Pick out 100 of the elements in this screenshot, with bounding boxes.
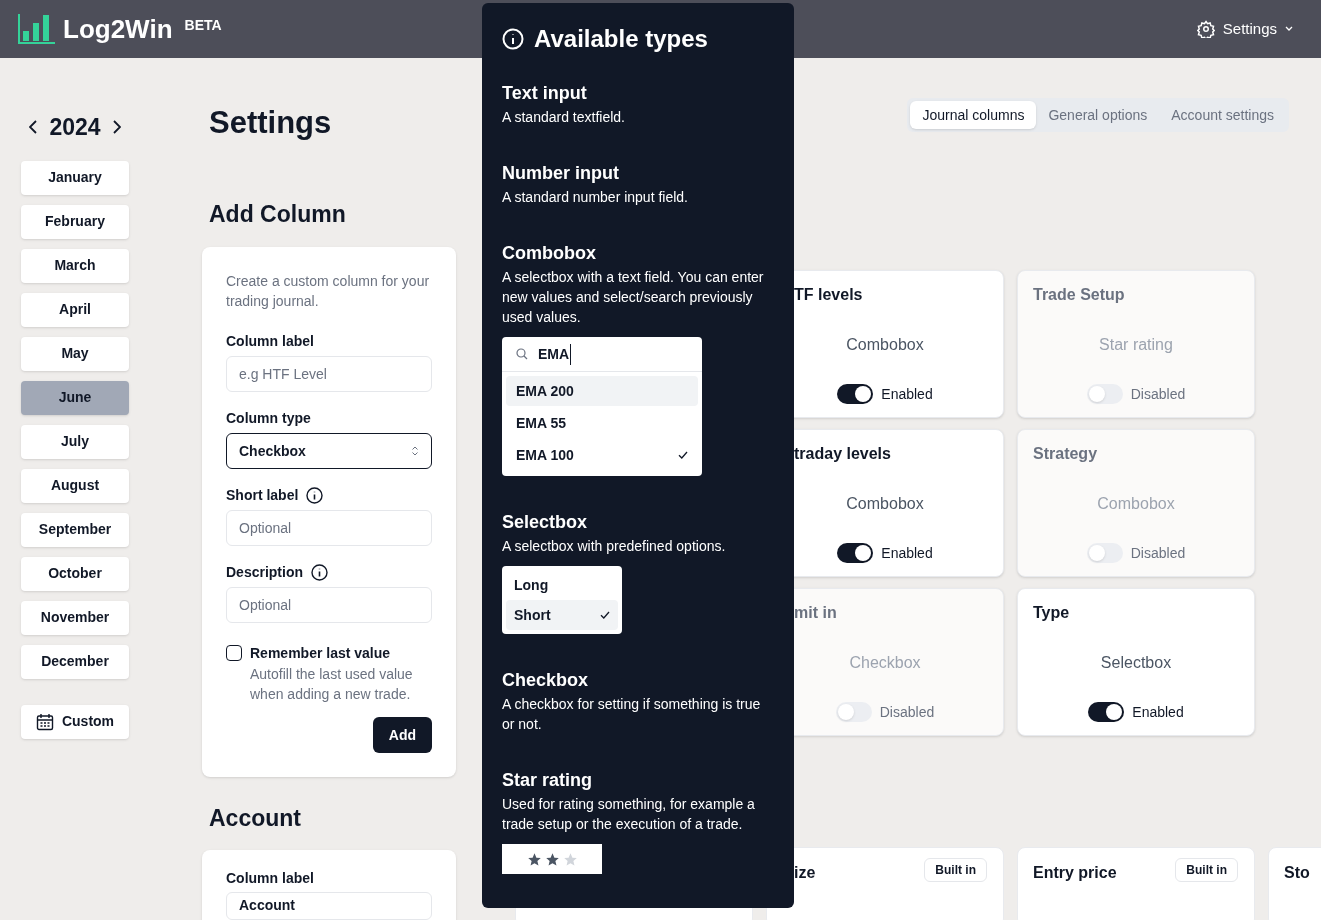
add-button[interactable]: Add <box>372 717 432 753</box>
column-type-label: Selectbox <box>1100 652 1172 673</box>
text-field[interactable]: e.g HTF Level <box>226 356 432 392</box>
page-title: Settings <box>209 104 332 142</box>
tab[interactable]: Account settings <box>1159 101 1286 129</box>
section-heading: Add Column <box>209 199 347 229</box>
toggle-label: Enabled <box>1132 702 1184 722</box>
text-field[interactable]: Optional <box>226 510 432 546</box>
month-button[interactable]: December <box>21 644 129 679</box>
month-button[interactable]: September <box>21 512 129 547</box>
card-title: Sto <box>1284 862 1310 883</box>
info-icon[interactable] <box>311 564 328 581</box>
column-type-label: Combobox <box>846 493 924 514</box>
toggle-label: Disabled <box>879 702 935 722</box>
year-label: 2024 <box>49 113 101 142</box>
type-description: A standard textfield. <box>502 108 626 127</box>
type-description: A selectbox with predefined options. <box>502 537 727 556</box>
month-button[interactable]: October <box>21 556 129 591</box>
month-button[interactable]: April <box>21 292 129 327</box>
toggle-switch[interactable] <box>1088 702 1125 722</box>
card-title: TF levels <box>793 284 863 305</box>
card-title: traday levels <box>793 443 891 464</box>
previous-year-button[interactable] <box>29 120 38 135</box>
card-title: mit in <box>793 602 837 623</box>
field-label: Description <box>226 563 303 582</box>
card-title: Trade Setup <box>1032 284 1125 305</box>
search-query: EMA <box>538 343 572 365</box>
type-name: Combobox <box>502 242 597 265</box>
month-button[interactable]: June <box>21 380 129 415</box>
intro-text: Create a custom column for your trading journal. <box>226 272 431 311</box>
toggle-switch[interactable] <box>1086 543 1123 563</box>
type-description: Used for rating something, for example a trade setup or the execution of a trade. <box>502 795 756 834</box>
toggle-label: Disabled <box>1130 543 1186 563</box>
column-type-label: Star rating <box>1099 334 1173 355</box>
info-icon[interactable] <box>306 487 324 504</box>
month-button[interactable]: February <box>21 204 129 239</box>
month-button[interactable]: May <box>21 336 129 371</box>
field-label: Column label <box>226 332 314 351</box>
column-type-label: Combobox <box>846 334 924 355</box>
calendar-icon <box>35 712 54 731</box>
type-name: Star rating <box>502 769 594 792</box>
beta-label: BETA <box>184 16 222 35</box>
toggle-switch[interactable] <box>837 543 874 563</box>
month-button[interactable]: July <box>21 424 129 459</box>
star-icon[interactable] <box>526 851 542 867</box>
column-type-label: Checkbox <box>849 652 921 673</box>
column-type-label: Combobox <box>1097 493 1175 514</box>
chevron-right-icon <box>112 120 121 135</box>
type-description: A selectbox with a text field. You can enter new values and select/search previously used values. <box>502 268 765 327</box>
type-name: Checkbox <box>502 669 590 692</box>
combobox-option[interactable]: EMA 100 <box>506 440 698 470</box>
toggle-label: Enabled <box>881 543 933 563</box>
built-in-badge: Built in <box>924 857 987 882</box>
select-option[interactable]: Long <box>506 570 618 600</box>
month-button[interactable]: August <box>21 468 129 503</box>
toggle-switch[interactable] <box>835 702 872 722</box>
app-logo-text: Log2Win <box>63 12 173 46</box>
checkbox[interactable] <box>226 645 242 661</box>
card-title: ize <box>794 862 816 883</box>
chevron-down-icon <box>1285 26 1293 32</box>
checkbox-label: Remember last value <box>250 644 392 663</box>
text-field[interactable]: Account <box>226 891 432 920</box>
toggle-label: Enabled <box>881 384 933 404</box>
select-option[interactable]: Short <box>506 600 618 630</box>
chevron-left-icon <box>29 120 38 135</box>
settings-menu-button[interactable]: Settings <box>1196 17 1293 41</box>
column-type-select[interactable]: Checkbox <box>226 433 432 469</box>
toggle-switch[interactable] <box>837 384 874 404</box>
tab[interactable]: Journal columns <box>910 101 1037 129</box>
field-label: Column label <box>226 868 315 888</box>
tab[interactable]: General options <box>1036 101 1160 129</box>
bar-chart-logo-icon <box>18 14 56 44</box>
field-label: Column type <box>226 409 311 428</box>
combobox-option[interactable]: EMA 200 <box>506 376 698 406</box>
month-button[interactable]: November <box>21 600 129 635</box>
info-icon <box>502 28 524 50</box>
type-name: Text input <box>502 82 588 105</box>
card-title: Entry price <box>1033 862 1117 883</box>
hint-text: Autofill the last used value when adding a new trade. <box>250 665 414 704</box>
month-button[interactable]: March <box>21 248 129 283</box>
text-field[interactable]: Optional <box>226 587 432 623</box>
chevron-up-down-icon <box>411 445 419 457</box>
toggle-label: Disabled <box>1130 384 1186 404</box>
combobox-option[interactable]: EMA 55 <box>506 408 698 438</box>
field-label: Short label <box>226 486 299 505</box>
card-title: Strategy <box>1032 443 1098 464</box>
star-icon[interactable] <box>562 851 578 867</box>
star-icon[interactable] <box>544 851 560 867</box>
type-description: A standard number input field. <box>502 188 689 207</box>
section-heading: Account <box>209 804 302 833</box>
next-year-button[interactable] <box>112 120 121 135</box>
search-icon <box>516 348 528 360</box>
custom-range-button[interactable]: Custom <box>21 704 129 739</box>
toggle-switch[interactable] <box>1086 384 1123 404</box>
type-name: Selectbox <box>502 511 589 534</box>
card-title: Type <box>1032 602 1070 623</box>
built-in-badge: Built in <box>1175 857 1238 882</box>
popover-title: Available types <box>534 24 708 54</box>
type-name: Number input <box>502 162 620 185</box>
month-button[interactable]: January <box>21 160 129 195</box>
